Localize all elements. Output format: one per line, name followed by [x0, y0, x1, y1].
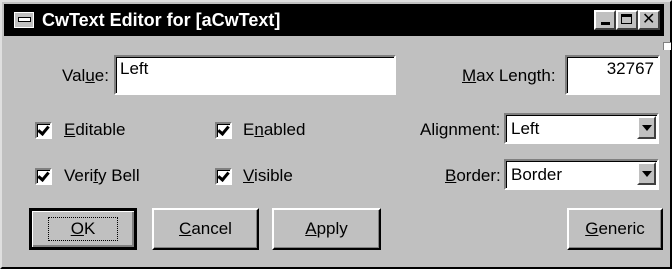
chevron-down-icon[interactable] — [637, 162, 656, 185]
enabled-label[interactable]: Enabled — [243, 120, 305, 140]
minimize-button[interactable] — [594, 10, 616, 30]
verify-bell-label[interactable]: Verify Bell — [64, 166, 140, 186]
visible-label[interactable]: Visible — [243, 166, 293, 186]
resize-grip-icon[interactable] — [663, 42, 671, 50]
editor-window: CwText Editor for [aCwText] ✕ Value: Lef… — [0, 0, 672, 269]
minimize-icon — [601, 22, 610, 25]
border-label: Border: — [445, 166, 501, 185]
value-input[interactable]: Left — [114, 55, 396, 95]
system-menu-icon[interactable] — [14, 12, 34, 28]
enabled-checkbox[interactable] — [215, 122, 232, 139]
window-title: CwText Editor for [aCwText] — [42, 10, 281, 30]
close-button[interactable]: ✕ — [638, 10, 660, 30]
chevron-down-icon[interactable] — [637, 116, 656, 139]
editable-label[interactable]: Editable — [64, 120, 125, 140]
alignment-select[interactable]: Left — [504, 113, 659, 144]
max-length-input[interactable]: 32767 — [565, 55, 660, 95]
verify-bell-checkbox[interactable] — [35, 168, 52, 185]
editable-checkbox[interactable] — [35, 122, 52, 139]
cancel-button[interactable]: Cancel — [152, 208, 259, 250]
maximize-button[interactable] — [616, 10, 638, 30]
border-select[interactable]: Border — [504, 159, 659, 190]
generic-button[interactable]: Generic — [567, 208, 663, 250]
apply-button[interactable]: Apply — [272, 208, 381, 250]
max-length-label: Max Length: — [462, 66, 556, 85]
alignment-label: Alignment: — [420, 120, 501, 139]
maximize-icon — [621, 14, 632, 24]
visible-checkbox[interactable] — [215, 168, 232, 185]
value-label: Value: — [62, 66, 109, 85]
title-bar[interactable]: CwText Editor for [aCwText] ✕ — [4, 4, 664, 36]
ok-button[interactable]: OK — [29, 208, 137, 250]
close-icon: ✕ — [642, 11, 656, 28]
